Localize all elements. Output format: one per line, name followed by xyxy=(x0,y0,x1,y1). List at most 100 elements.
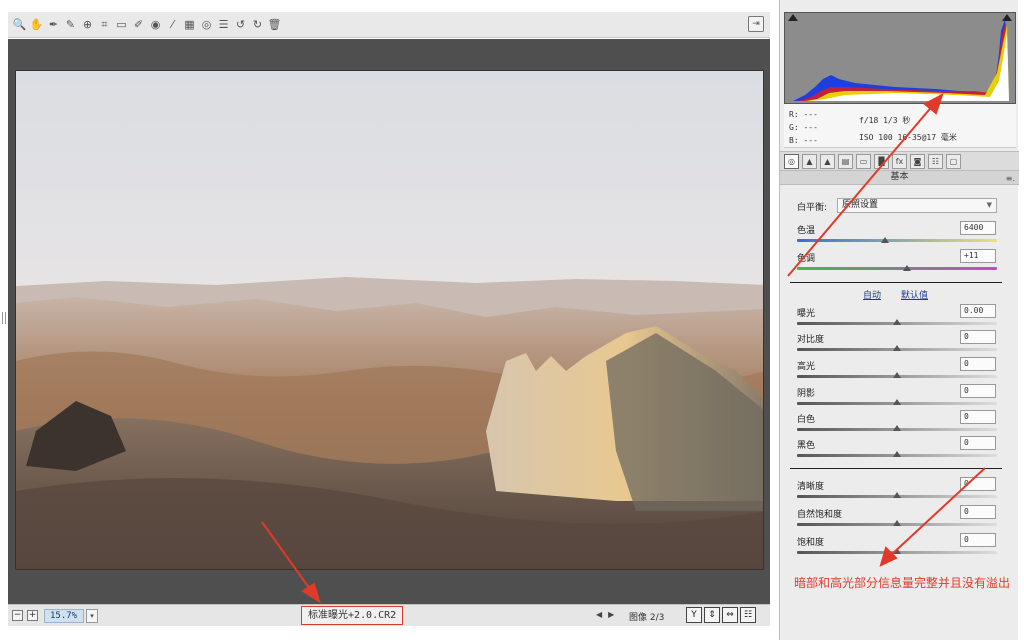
white-balance-label: 白平衡: xyxy=(797,203,828,213)
next-image-icon[interactable]: ▶ xyxy=(608,610,614,619)
tab-snapshots-icon[interactable]: ▢ xyxy=(946,153,961,169)
section-title: 基本 ≡. xyxy=(780,171,1019,185)
iso-focal-length: ISO 100 16-35@17 毫米 xyxy=(859,133,957,142)
saturation-field[interactable]: 0 xyxy=(960,533,996,547)
shadows-slider-thumb[interactable] xyxy=(893,399,901,405)
clarity-field[interactable]: 0 xyxy=(960,477,996,491)
image-nav: ◀ ▶ xyxy=(596,610,614,619)
tab-lens-corrections-icon[interactable]: ▐▌ xyxy=(874,153,889,169)
fullscreen-toggle-icon[interactable]: ⇥ xyxy=(748,16,764,32)
workspace: 🔍 ✋ ✒ ✎ ⊕ ⌗ ▭ ✐ ◉ ⁄ ▦ ◎ ☰ ↺ ↻ 🗑 ⇥ − + 15… xyxy=(0,0,776,640)
auto-button[interactable]: 自动 xyxy=(863,288,881,301)
blacks-label: 黑色 xyxy=(797,441,816,451)
previous-image-icon[interactable]: ◀ xyxy=(596,610,602,619)
white-balance-tool-icon[interactable]: ✒ xyxy=(46,16,61,34)
temperature-slider-thumb[interactable] xyxy=(881,237,889,243)
tab-effects-icon[interactable]: fx xyxy=(892,153,907,169)
tint-slider-thumb[interactable] xyxy=(903,265,911,271)
panel-menu-icon[interactable]: ≡. xyxy=(1006,172,1015,185)
vibrance-slider-thumb[interactable] xyxy=(893,520,901,526)
contrast-label: 对比度 xyxy=(797,335,825,345)
swap-settings-button[interactable]: ⇕ xyxy=(704,607,720,623)
saturation-slider-thumb[interactable] xyxy=(893,548,901,554)
tab-hsl-icon[interactable]: ▤ xyxy=(838,153,853,169)
contrast-field[interactable]: 0 xyxy=(960,330,996,344)
temperature-slider[interactable] xyxy=(797,239,997,242)
temperature-label: 色温 xyxy=(797,226,816,236)
hand-tool-icon[interactable]: ✋ xyxy=(29,16,44,34)
green-readout: G: --- xyxy=(789,123,818,132)
white-balance-value: 原照设置 xyxy=(842,200,879,210)
status-bar: − + 15.7% ▾ 标准曝光+2.0.CR2 ◀ ▶ 图像 2/3 Y ⇕ … xyxy=(8,604,770,626)
image-count: 图像 2/3 xyxy=(629,613,665,623)
targeted-adjustment-tool-icon[interactable]: ⊕ xyxy=(80,16,95,34)
clarity-label: 清晰度 xyxy=(797,482,825,492)
tool-bar: 🔍 ✋ ✒ ✎ ⊕ ⌗ ▭ ✐ ◉ ⁄ ▦ ◎ ☰ ↺ ↻ 🗑 ⇥ xyxy=(8,12,770,38)
crop-tool-icon[interactable]: ⌗ xyxy=(97,16,112,34)
graduated-filter-icon[interactable]: ▦ xyxy=(182,16,197,34)
preferences-icon[interactable]: ☰ xyxy=(216,16,231,34)
rotate-right-icon[interactable]: ↻ xyxy=(250,16,265,34)
pixel-readout: R: --- G: --- B: --- f/18 1/3 秒 ISO 100 … xyxy=(784,104,1016,148)
photo-preview[interactable] xyxy=(15,70,764,570)
divider xyxy=(790,468,1002,469)
radial-filter-icon[interactable]: ◎ xyxy=(199,16,214,34)
saturation-label: 饱和度 xyxy=(797,538,825,548)
tint-field[interactable]: +11 xyxy=(960,249,996,263)
tab-tone-curve-icon[interactable]: ▲ xyxy=(802,153,817,169)
blacks-slider-thumb[interactable] xyxy=(893,451,901,457)
vibrance-field[interactable]: 0 xyxy=(960,505,996,519)
shadows-field[interactable]: 0 xyxy=(960,384,996,398)
temperature-field[interactable]: 6400 xyxy=(960,221,996,235)
panel-tabs: ◎ ▲ ▲ ▤ ▭ ▐▌ fx ◙ ☷ ▢ xyxy=(780,151,1019,171)
rotate-left-icon[interactable]: ↺ xyxy=(233,16,248,34)
straighten-tool-icon[interactable]: ▭ xyxy=(114,16,129,34)
tab-split-toning-icon[interactable]: ▭ xyxy=(856,153,871,169)
tab-detail-icon[interactable]: ▲ xyxy=(820,153,835,169)
tab-basic-icon[interactable]: ◎ xyxy=(784,153,799,169)
adjustments-panel: R: --- G: --- B: --- f/18 1/3 秒 ISO 100 … xyxy=(779,0,1019,640)
default-button[interactable]: 默认值 xyxy=(901,288,928,301)
highlights-label: 高光 xyxy=(797,362,816,372)
copy-settings-button[interactable]: ⇔ xyxy=(722,607,738,623)
highlights-slider-thumb[interactable] xyxy=(893,372,901,378)
annotation-note: 暗部和高光部分信息量完整并且没有溢出 xyxy=(794,576,1011,590)
panel-resize-handle[interactable] xyxy=(2,312,6,324)
exposure-field[interactable]: 0.00 xyxy=(960,304,996,318)
tint-label: 色调 xyxy=(797,254,816,264)
blue-readout: B: --- xyxy=(789,136,818,145)
zoom-in-button[interactable]: + xyxy=(27,610,38,621)
spot-removal-tool-icon[interactable]: ✐ xyxy=(131,16,146,34)
trash-icon[interactable]: 🗑 xyxy=(267,16,282,34)
tab-camera-calibration-icon[interactable]: ◙ xyxy=(910,153,925,169)
vibrance-label: 自然饱和度 xyxy=(797,510,843,520)
whites-slider-thumb[interactable] xyxy=(893,425,901,431)
whites-field[interactable]: 0 xyxy=(960,410,996,424)
red-readout: R: --- xyxy=(789,110,818,119)
zoom-tool-icon[interactable]: 🔍 xyxy=(12,16,27,34)
red-eye-tool-icon[interactable]: ◉ xyxy=(148,16,163,34)
clarity-slider-thumb[interactable] xyxy=(893,492,901,498)
blacks-field[interactable]: 0 xyxy=(960,436,996,450)
color-sampler-tool-icon[interactable]: ✎ xyxy=(63,16,78,34)
chevron-down-icon: ▼ xyxy=(986,201,992,209)
before-after-toggle-button[interactable]: Y xyxy=(686,607,702,623)
tab-presets-icon[interactable]: ☷ xyxy=(928,153,943,169)
adjustment-brush-icon[interactable]: ⁄ xyxy=(165,16,180,34)
exposure-slider-thumb[interactable] xyxy=(893,319,901,325)
whites-label: 白色 xyxy=(797,415,816,425)
zoom-level-field[interactable]: 15.7% xyxy=(44,608,84,623)
contrast-slider-thumb[interactable] xyxy=(893,345,901,351)
toggle-current-settings-button[interactable]: ☷ xyxy=(740,607,756,623)
white-balance-select[interactable]: 原照设置 ▼ xyxy=(837,198,997,213)
zoom-out-button[interactable]: − xyxy=(12,610,23,621)
section-title-label: 基本 xyxy=(890,172,909,182)
view-buttons: Y ⇕ ⇔ ☷ xyxy=(686,607,756,623)
highlights-field[interactable]: 0 xyxy=(960,357,996,371)
file-name: 标准曝光+2.0.CR2 xyxy=(301,606,404,625)
aperture-shutter: f/18 1/3 秒 xyxy=(859,116,911,125)
tint-slider[interactable] xyxy=(797,267,997,270)
histogram xyxy=(784,12,1016,104)
zoom-dropdown-icon[interactable]: ▾ xyxy=(86,608,98,623)
divider xyxy=(790,282,1002,283)
